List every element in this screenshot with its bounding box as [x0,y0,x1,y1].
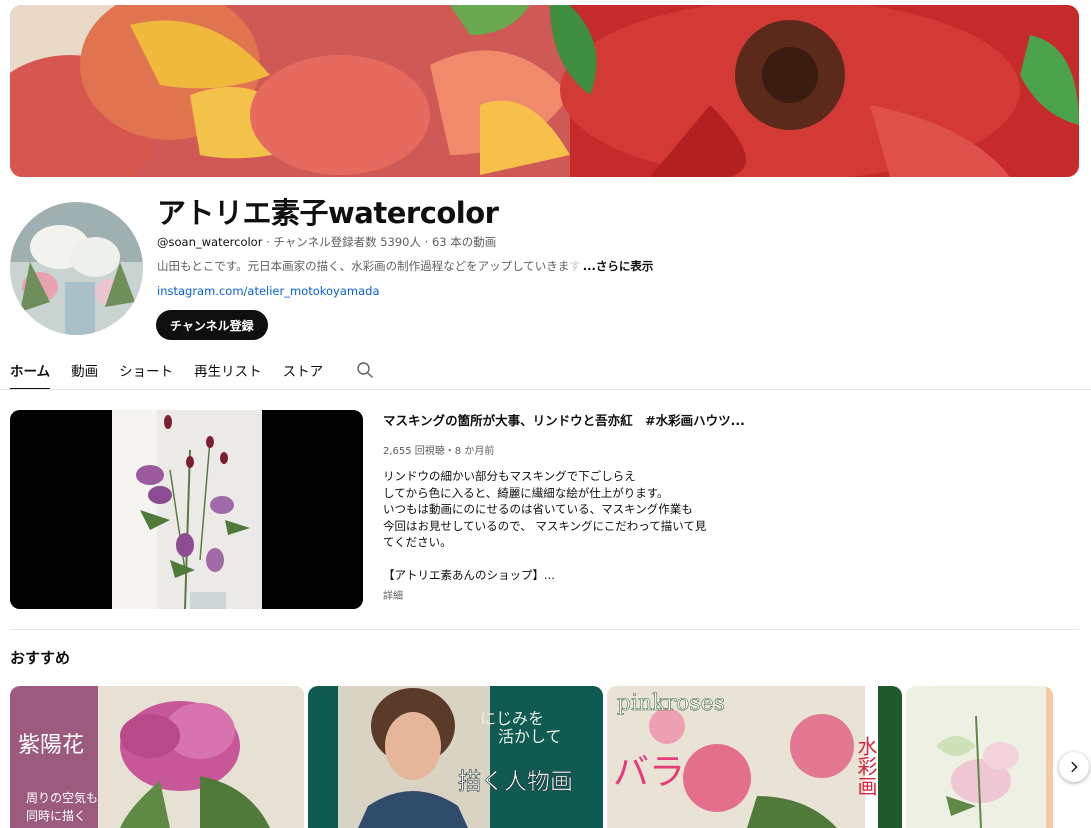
featured-video-description: リンドウの細かい部分もマスキングで下ごしらえ してから色に入ると、綺麗に繊細な絵… [383,468,706,584]
channel-stats: · チャンネル登録者数 5390人 · 63 本の動画 [262,235,497,249]
description-line [383,551,706,568]
channel-meta: @soan_watercolor · チャンネル登録者数 5390人 · 63 … [157,234,496,250]
description-line: いつもは動画にのにせるのは省いている、マスキング作業も [383,502,693,516]
description-line: してから色に入ると、綺麗に繊細な絵が仕上がります。 [383,485,669,500]
recommended-1-subtitle: 周りの空気も [26,790,98,805]
featured-video-stats: 2,655 回視聴・8 か月前 [383,446,495,457]
recommended-video-1[interactable]: 紫陽花 周りの空気も 同時に描く [10,686,304,828]
recommended-2-subtitle: 活かして [498,727,562,746]
recommended-4-title: ピ [1051,695,1053,719]
recommended-1-subtitle-2: 同時に描く [26,809,86,823]
tab-home[interactable]: ホーム [10,360,51,390]
tab-videos[interactable]: 動画 [71,360,98,388]
recommended-1-title: 紫陽花 [18,733,84,758]
channel-avatar[interactable] [10,202,143,335]
instagram-link[interactable]: instagram.com/atelier_motokoyamada [157,284,380,298]
description-fade: す [569,259,581,273]
tab-store[interactable]: ストア [283,360,324,388]
section-divider [10,629,1079,630]
section-title: おすすめ [10,649,71,667]
show-more-link[interactable]: ...さらに表示 [583,259,654,273]
description-text: 山田もとこです。元日本画家の描く、水彩画の制作過程などをアップしていきま [157,259,570,273]
channel-title: アトリエ素子watercolor [157,196,499,230]
tab-playlists[interactable]: 再生リスト [194,360,262,388]
subscribe-button[interactable]: チャンネル登録 [156,310,268,340]
tab-shorts[interactable]: ショート [119,360,173,388]
channel-handle: @soan_watercolor [157,235,263,249]
details-link[interactable]: 詳細 [383,587,403,602]
recommended-video-2[interactable]: にじみを 活かして 描く人物画 [308,686,603,828]
featured-video-thumbnail[interactable] [10,410,363,609]
chevron-right-icon[interactable] [1059,752,1089,782]
featured-video-title[interactable]: マスキングの箇所が大事、リンドウと吾亦紅 #水彩画ハウツ... [383,410,745,429]
channel-banner [10,5,1079,177]
channel-tabs: ホーム 動画 ショート 再生リスト ストア [10,360,344,390]
tabs-divider [0,389,1091,390]
recommended-video-4[interactable]: ピ [906,686,1053,828]
recommended-3-subtitle: バラ [613,752,685,793]
recommended-3-subtitle-2: 水彩画 [854,736,878,796]
description-line: てください。 [383,535,452,549]
recommended-video-3[interactable]: pinkroses バラ 水彩画 [607,686,902,828]
description-line: リンドウの細かい部分もマスキングで下ごしらえ [383,469,636,483]
description-line: 【アトリエ素あんのショップ】... [383,568,555,582]
description-line: 今回はお見せしているので、 マスキングにこだわって描いて見 [383,518,707,533]
recommended-3-title: pinkroses [617,691,725,716]
channel-description[interactable]: 山田もとこです。元日本画家の描く、水彩画の制作過程などをアップしていきます...… [157,258,653,274]
recommended-2-title: にじみを [480,709,544,728]
search-icon[interactable] [356,361,374,379]
recommended-2-subtitle-2: 描く人物画 [458,769,573,795]
